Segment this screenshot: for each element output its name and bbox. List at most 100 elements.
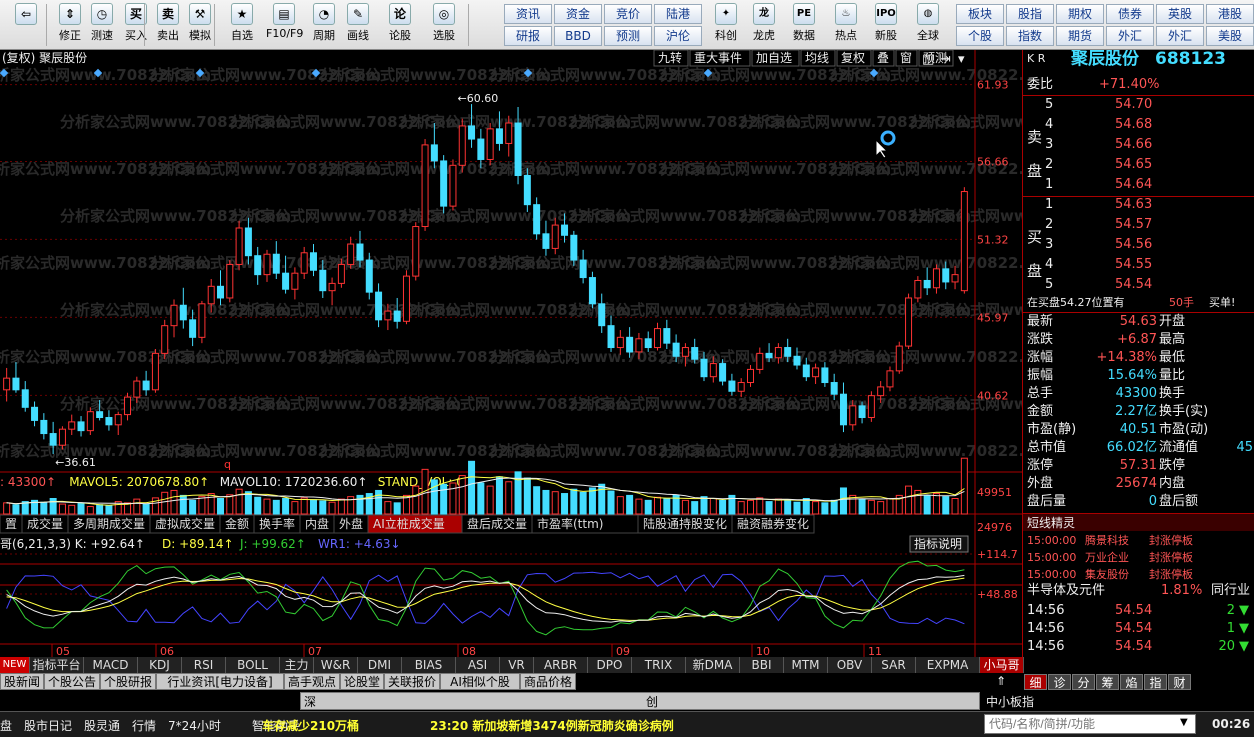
ask-price[interactable]: 54.68 xyxy=(1115,116,1152,134)
market-button[interactable]: 板块 xyxy=(956,4,1004,24)
toolbar-btn-mid-0[interactable]: ✦ 科创 xyxy=(708,3,744,47)
chart-canvas[interactable]: 分析家公式网www.70822.Com 分析家公式网www.70822.Com 分析… xyxy=(0,50,1022,657)
quote-tab[interactable]: 筹 xyxy=(1096,674,1119,690)
toolbar-btn-mid-4[interactable]: IPO 新股 xyxy=(868,3,904,47)
chart-tool-icon[interactable]: ◫ xyxy=(922,52,934,67)
news-tab[interactable]: 关联报价 xyxy=(384,673,440,690)
indicator-button[interactable]: 新DMA xyxy=(686,657,740,673)
quick-button[interactable]: 预测 xyxy=(604,26,652,46)
indicator-button[interactable]: 小马哥 xyxy=(980,657,1024,673)
news-tab[interactable]: 论股堂 xyxy=(340,673,384,690)
quote-tab[interactable]: 细 xyxy=(1024,674,1047,690)
news-tab[interactable]: 商品价格 xyxy=(520,673,576,690)
news-ticker-1[interactable]: 车存减少210万桶 xyxy=(262,717,359,734)
toolbar-btn-mid-3[interactable]: ♨ 热点 xyxy=(828,3,864,47)
market-button[interactable]: 港股 xyxy=(1206,4,1254,24)
indicator-button[interactable]: KDJ xyxy=(138,657,182,673)
indicator-button[interactable]: MACD xyxy=(84,657,138,673)
toolbar-btn-3[interactable]: 买买入 xyxy=(118,3,154,47)
indicator-button[interactable]: EXPMA xyxy=(916,657,980,673)
quote-tab[interactable]: 财 xyxy=(1168,674,1191,690)
ask-price[interactable]: 54.66 xyxy=(1115,136,1152,154)
toolbar-btn-0[interactable]: ⇦ xyxy=(8,3,44,47)
chart-tool-icon[interactable]: ⇥ xyxy=(940,52,951,67)
indicator-button[interactable]: BOLL xyxy=(226,657,280,673)
indicator-button[interactable]: ASI xyxy=(456,657,500,673)
toolbar-btn-mid-5[interactable]: ◍ 全球 xyxy=(910,3,946,47)
bid-price[interactable]: 54.56 xyxy=(1115,236,1152,254)
ask-price[interactable]: 54.65 xyxy=(1115,156,1152,174)
short-stock[interactable]: 万业企业 xyxy=(1085,549,1129,567)
scroll-top-icon[interactable]: ⇑ xyxy=(996,674,1012,690)
search-input[interactable] xyxy=(984,714,1196,734)
quote-tab[interactable]: 指 xyxy=(1144,674,1167,690)
market-button[interactable]: 外汇 xyxy=(1106,26,1154,46)
same-industry-button[interactable]: 同行业 xyxy=(1211,582,1250,600)
toolbar-btn-11[interactable]: ◎ 选股 xyxy=(426,3,462,47)
chart-tool-icon[interactable]: ▾ xyxy=(958,52,965,67)
news-tab[interactable]: 高手观点 xyxy=(284,673,340,690)
market-button[interactable]: 外汇 xyxy=(1156,26,1204,46)
market-shen[interactable]: 深 xyxy=(304,693,316,710)
market-button[interactable]: 个股 xyxy=(956,26,1004,46)
market-button[interactable]: 指数 xyxy=(1006,26,1054,46)
quick-button[interactable]: 资金 xyxy=(554,4,602,24)
toolbar-btn-6[interactable]: ★ 自选 xyxy=(224,3,260,47)
bid-price[interactable]: 54.54 xyxy=(1115,276,1152,294)
market-sme-index[interactable]: 中小板指 xyxy=(986,693,1034,710)
quote-tab[interactable]: 分 xyxy=(1072,674,1095,690)
toolbar-btn-1[interactable]: ⇕ 修正 xyxy=(52,3,88,47)
indicator-button[interactable]: DMI xyxy=(358,657,402,673)
indicator-button[interactable]: SAR xyxy=(872,657,916,673)
indicator-button[interactable]: RSI xyxy=(182,657,226,673)
quote-tab[interactable]: 焰 xyxy=(1120,674,1143,690)
indicator-button[interactable]: NEW xyxy=(0,657,30,673)
bid-price[interactable]: 54.57 xyxy=(1115,216,1152,234)
status-link[interactable]: 7*24小时 xyxy=(168,717,221,734)
quick-button[interactable]: 竞价 xyxy=(604,4,652,24)
market-button[interactable]: 债券 xyxy=(1106,4,1154,24)
bid-price[interactable]: 54.63 xyxy=(1115,196,1152,214)
indicator-button[interactable]: DPO xyxy=(588,657,632,673)
market-chuang[interactable]: 创 xyxy=(646,693,658,710)
quote-tab[interactable]: 诊 xyxy=(1048,674,1071,690)
status-link[interactable]: 行情 xyxy=(132,717,156,734)
quick-button[interactable]: 沪伦 xyxy=(654,26,702,46)
chart-area[interactable]: 分析家公式网www.70822.Com 分析家公式网www.70822.Com 分析… xyxy=(0,50,1022,657)
indicator-button[interactable]: BIAS xyxy=(402,657,456,673)
news-tab[interactable]: 行业资讯[电力设备] xyxy=(156,673,284,690)
search-dropdown-icon[interactable]: ▼ xyxy=(1180,717,1188,728)
short-stock[interactable]: 腾景科技 xyxy=(1085,532,1129,550)
toolbar-btn-mid-2[interactable]: PE 数据 xyxy=(786,3,822,47)
toolbar-btn-7[interactable]: ▤ F10/F9 xyxy=(266,3,303,47)
sector-name[interactable]: 半导体及元件 xyxy=(1027,582,1105,600)
status-link[interactable]: 盘 xyxy=(0,717,12,734)
toolbar-btn-10[interactable]: 论论股 xyxy=(382,3,418,47)
toolbar-btn-4[interactable]: 卖卖出 xyxy=(150,3,186,47)
toolbar-btn-2[interactable]: ◷ 测速 xyxy=(84,3,120,47)
market-button[interactable]: 股指 xyxy=(1006,4,1054,24)
news-tab[interactable]: 个股研报 xyxy=(100,673,156,690)
quick-button[interactable]: 研报 xyxy=(504,26,552,46)
news-tab[interactable]: AI相似个股 xyxy=(440,673,520,690)
indicator-button[interactable]: 主力 xyxy=(280,657,314,673)
news-ticker-2[interactable]: 23:20 新加坡新增3474例新冠肺炎确诊病例 xyxy=(430,717,674,734)
market-button[interactable]: 美股 xyxy=(1206,26,1254,46)
quick-button[interactable]: 陆港 xyxy=(654,4,702,24)
indicator-button[interactable]: BBI xyxy=(740,657,784,673)
quick-button[interactable]: BBD xyxy=(554,26,602,46)
indicator-button[interactable]: VR xyxy=(500,657,534,673)
ask-price[interactable]: 54.64 xyxy=(1115,176,1152,194)
toolbar-btn-mid-1[interactable]: 龙龙虎 xyxy=(746,3,782,47)
bid-price[interactable]: 54.55 xyxy=(1115,256,1152,274)
news-tab[interactable]: 股新闻 xyxy=(0,673,44,690)
indicator-button[interactable]: MTM xyxy=(784,657,828,673)
status-link[interactable]: 股灵通 xyxy=(84,717,120,734)
indicator-button[interactable]: 指标平台 xyxy=(30,657,84,673)
market-button[interactable]: 期货 xyxy=(1056,26,1104,46)
news-tab[interactable]: 个股公告 xyxy=(44,673,100,690)
quick-button[interactable]: 资讯 xyxy=(504,4,552,24)
indicator-button[interactable]: OBV xyxy=(828,657,872,673)
market-button[interactable]: 英股 xyxy=(1156,4,1204,24)
ask-price[interactable]: 54.70 xyxy=(1115,96,1152,114)
